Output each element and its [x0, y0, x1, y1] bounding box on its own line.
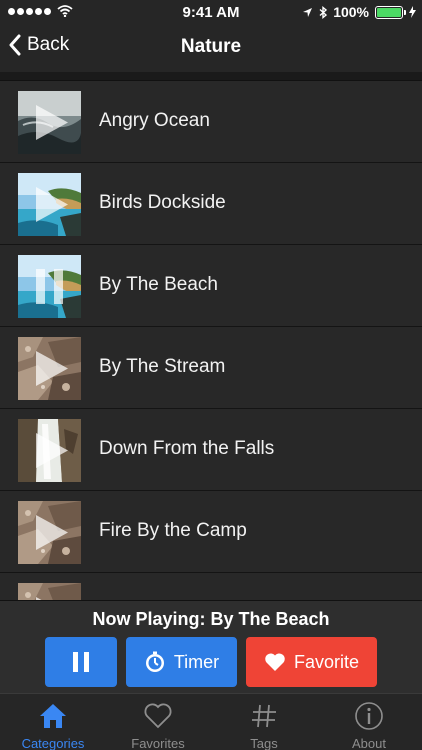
charging-bolt-icon — [409, 6, 416, 18]
favorite-label: Favorite — [293, 651, 360, 672]
pause-icon — [73, 652, 89, 672]
house-icon — [40, 704, 66, 728]
hashtag-icon — [252, 704, 276, 728]
stopwatch-icon — [145, 651, 164, 672]
tab-bar: Categories Favorites Tags About — [0, 693, 422, 750]
track-title: Fire By the Camp — [99, 520, 247, 541]
now-playing-panel: Now Playing: By The Beach Timer Favorite — [0, 600, 422, 693]
timer-label: Timer — [173, 651, 220, 672]
track-thumbnail — [18, 255, 81, 318]
battery-icon — [375, 5, 406, 19]
info-circle-icon — [355, 702, 383, 730]
tab-about[interactable]: About — [327, 700, 411, 750]
status-bar: 9:41 AM 100% — [0, 0, 422, 24]
tab-label-about: About — [352, 736, 386, 750]
pause-overlay-icon — [36, 269, 63, 304]
track-thumbnail — [18, 173, 81, 236]
play-icon — [36, 105, 68, 140]
tab-label-categories: Categories — [21, 736, 85, 750]
bluetooth-icon — [319, 5, 328, 19]
pause-button[interactable] — [45, 637, 117, 687]
track-thumbnail — [18, 337, 81, 400]
page-title: Nature — [180, 36, 242, 57]
play-icon — [36, 515, 68, 550]
tab-label-tags: Tags — [250, 736, 278, 750]
track-title: Birds Dockside — [99, 192, 226, 213]
track-row[interactable]: Angry Ocean — [0, 81, 422, 163]
track-thumbnail — [18, 501, 81, 564]
track-row[interactable]: By The Beach — [0, 245, 422, 327]
tab-label-favorites: Favorites — [131, 736, 185, 750]
track-row[interactable]: By The Stream — [0, 327, 422, 409]
play-icon — [36, 597, 42, 600]
track-thumbnail — [18, 419, 81, 482]
track-title: Angry Ocean — [99, 110, 210, 131]
play-icon — [36, 187, 68, 222]
tab-categories[interactable]: Categories — [11, 700, 95, 750]
heart-icon — [265, 653, 285, 671]
track-row[interactable]: Down From the Falls — [0, 409, 422, 491]
timer-button[interactable]: Timer — [126, 637, 237, 687]
heart-outline-icon — [144, 703, 172, 729]
play-icon — [36, 351, 68, 386]
favorite-button[interactable]: Favorite — [246, 637, 377, 687]
track-thumbnail — [18, 583, 81, 600]
play-icon — [36, 433, 68, 468]
battery-percent: 100% — [333, 4, 369, 20]
track-row[interactable]: Birds Dockside — [0, 163, 422, 245]
track-title: By The Stream — [99, 356, 226, 377]
location-arrow-icon — [303, 7, 313, 17]
track-row[interactable]: Fire By the Camp — [0, 491, 422, 573]
status-right: 100% — [302, 4, 416, 20]
now-playing-label: Now Playing: By The Beach — [92, 609, 330, 629]
track-row[interactable] — [0, 573, 422, 600]
tab-tags[interactable]: Tags — [222, 700, 306, 750]
tab-favorites[interactable]: Favorites — [116, 700, 200, 750]
track-title: By The Beach — [99, 274, 219, 295]
navigation-bar: Back Nature — [0, 24, 422, 72]
track-thumbnail — [18, 91, 81, 154]
track-title: Down From the Falls — [99, 438, 275, 459]
track-list[interactable]: Angry Ocean Birds Dockside By The Beach By … — [0, 80, 422, 600]
